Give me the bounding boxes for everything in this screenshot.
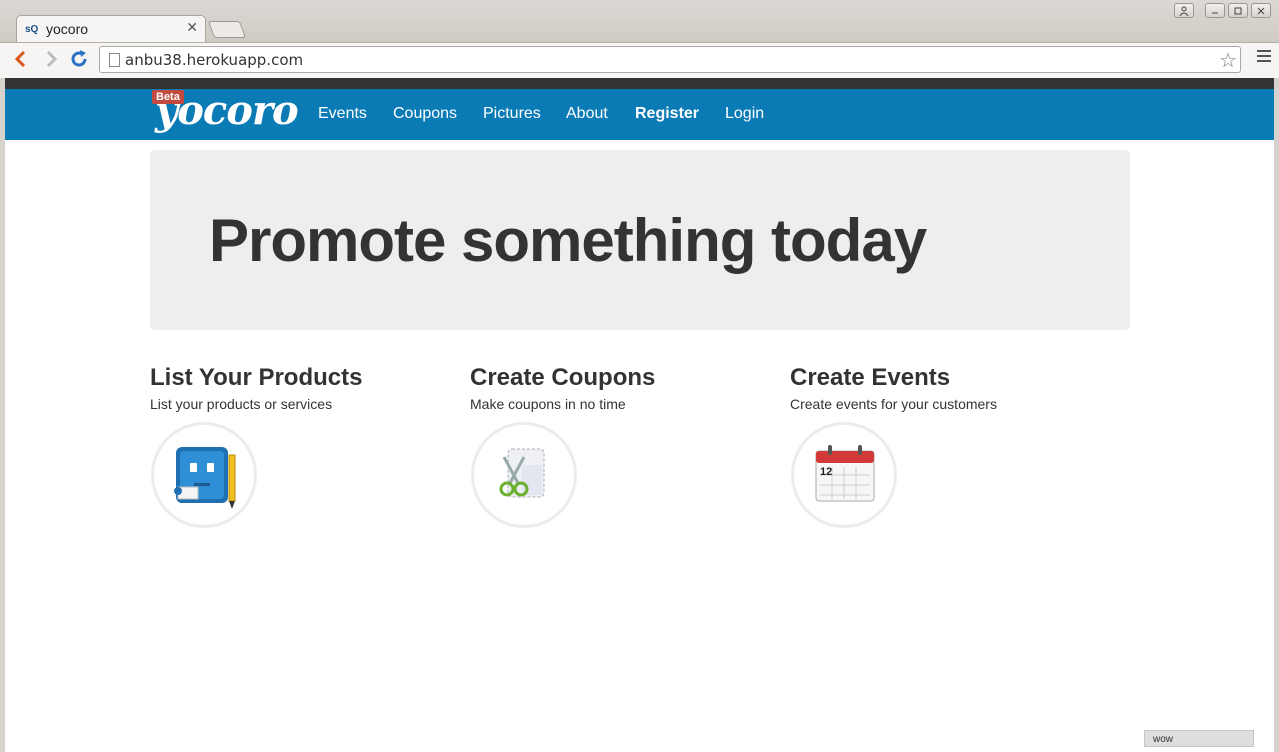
feature-subtitle: List your products or services	[150, 396, 333, 412]
nav-coupons[interactable]: Coupons	[393, 105, 457, 123]
nav-login[interactable]: Login	[725, 105, 764, 123]
address-bar[interactable]: anbu38.herokuapp.com ☆	[99, 46, 1241, 73]
maximize-icon[interactable]	[1228, 3, 1248, 18]
beta-badge: Beta	[152, 90, 184, 104]
window-controls	[1174, 3, 1271, 18]
site-navbar: yocoro Beta Events Coupons Pictures Abou…	[5, 87, 1274, 140]
feature-subtitle: Create events for your customers	[790, 396, 997, 412]
profile-icon[interactable]	[1174, 3, 1194, 18]
status-bar: wow	[1144, 730, 1254, 747]
minimize-icon[interactable]	[1205, 3, 1225, 18]
app-pencil-icon	[151, 422, 257, 528]
calendar-day: 12	[820, 466, 832, 478]
nav-events[interactable]: Events	[318, 105, 367, 123]
hero-unit: Promote something today	[150, 150, 1130, 330]
hero-title: Promote something today	[209, 207, 927, 274]
forward-arrow-icon[interactable]	[40, 48, 62, 70]
scissors-coupon-icon	[471, 422, 577, 528]
nav-about[interactable]: About	[566, 105, 608, 123]
feature-title: List Your Products	[150, 364, 363, 391]
feature-subtitle: Make coupons in no time	[470, 396, 626, 412]
feature-title: Create Events	[790, 364, 951, 391]
new-tab-button[interactable]	[207, 21, 247, 38]
feature-coupons: Create Coupons Make coupons in no time	[470, 364, 770, 528]
browser-toolbar: anbu38.herokuapp.com ☆	[0, 43, 1279, 78]
back-arrow-icon[interactable]	[10, 48, 32, 70]
url-text[interactable]: anbu38.herokuapp.com	[125, 51, 303, 69]
reload-icon[interactable]	[68, 48, 90, 70]
bookmark-star-icon[interactable]: ☆	[1219, 48, 1237, 73]
nav-register[interactable]: Register	[635, 105, 699, 123]
tab-close-icon[interactable]: ✕	[186, 19, 198, 36]
window-frame-right	[1274, 78, 1279, 752]
close-window-icon[interactable]	[1251, 3, 1271, 18]
window-frame-left	[0, 78, 5, 752]
menu-icon[interactable]	[1257, 50, 1271, 65]
tab-title: yocoro	[46, 21, 89, 37]
feature-title: Create Coupons	[470, 364, 656, 391]
calendar-icon: 12	[791, 422, 897, 528]
feature-products: List Your Products List your products or…	[150, 364, 450, 528]
nav-pictures[interactable]: Pictures	[483, 105, 541, 123]
tab-favicon: sQ	[25, 24, 39, 35]
browser-tab[interactable]: sQ yocoro ✕	[16, 15, 206, 42]
page-icon	[109, 53, 120, 67]
browser-titlebar: sQ yocoro ✕	[0, 0, 1279, 43]
feature-events: Create Events Create events for your cus…	[790, 364, 1090, 528]
